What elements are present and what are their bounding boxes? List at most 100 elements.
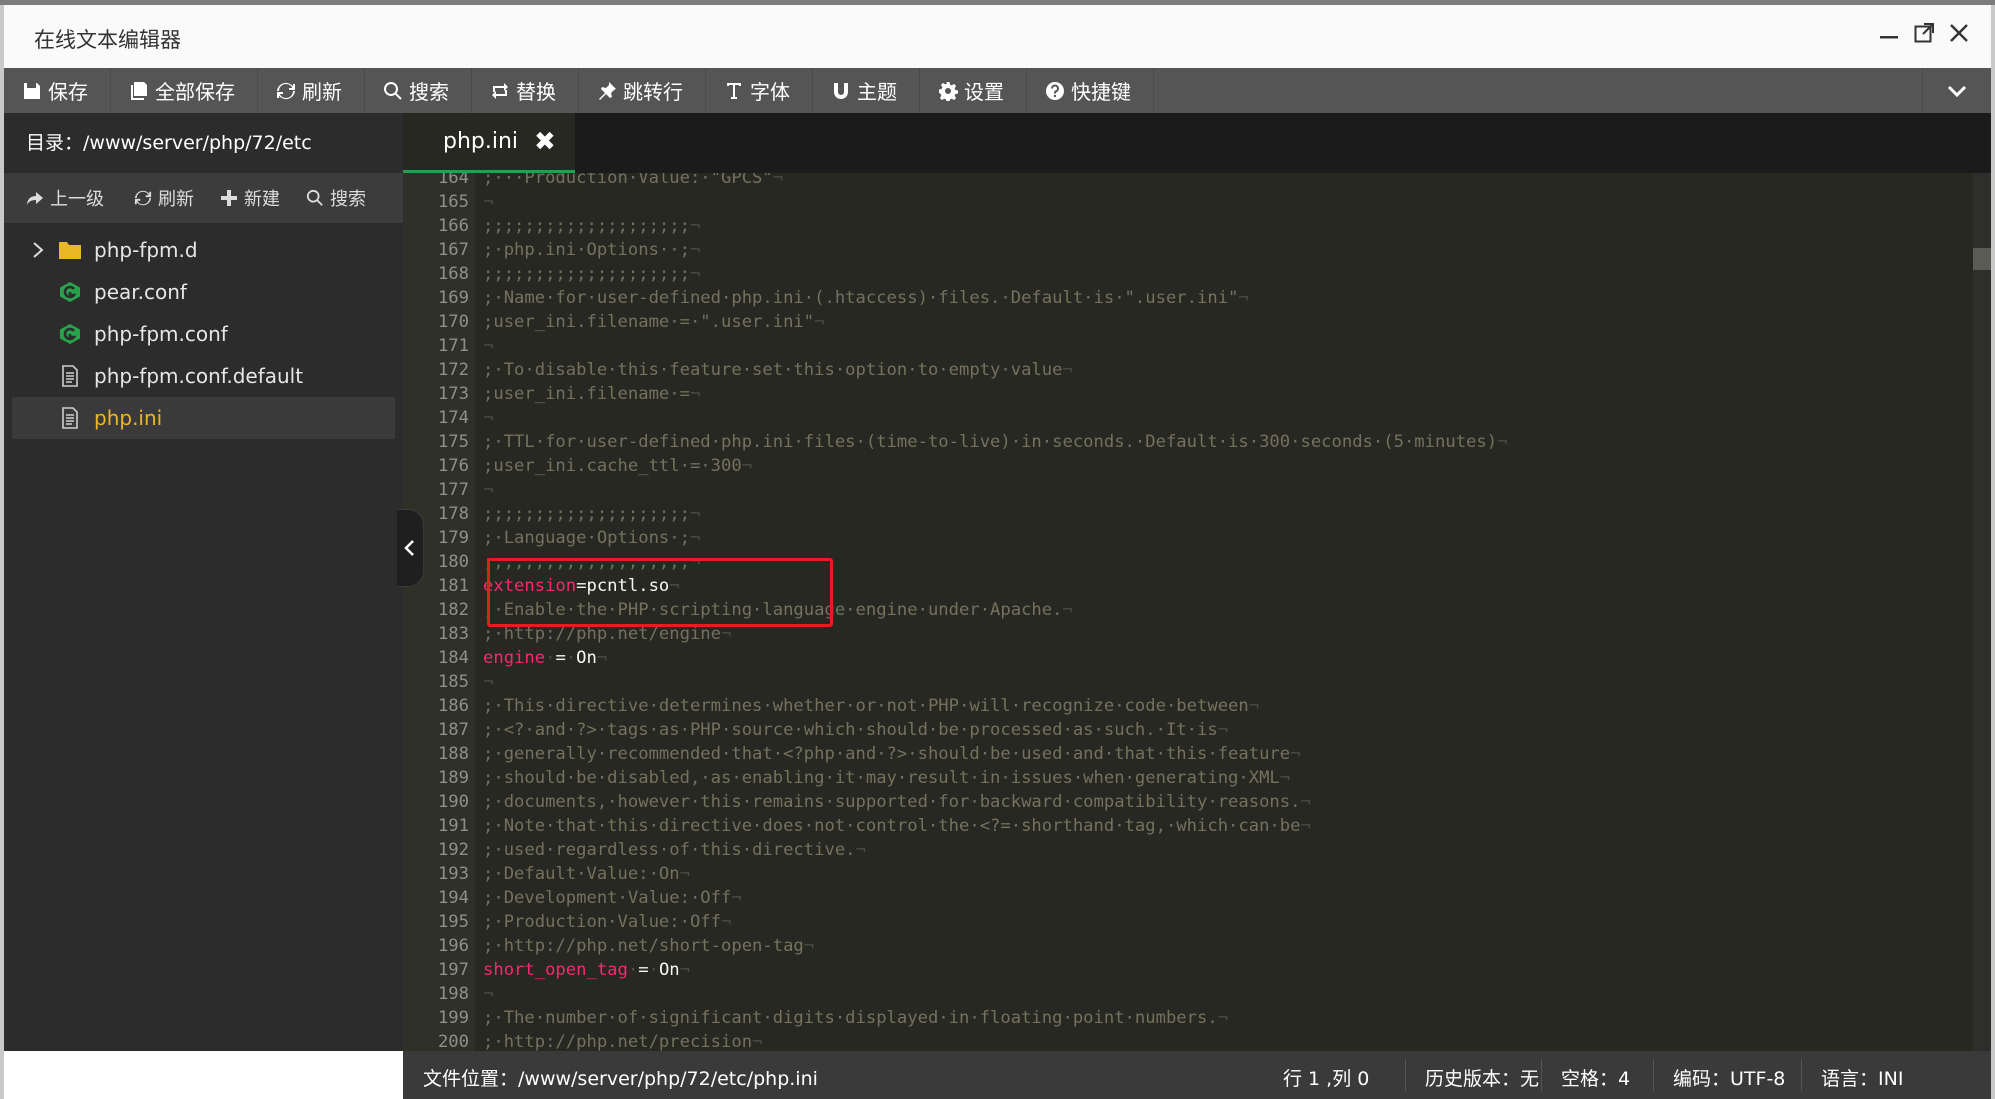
code-line[interactable]: 191 ;·Note·that·this·directive·does·not·c… (403, 814, 1973, 838)
invisible-char-token: ¬ (803, 936, 815, 956)
invisible-char-token: ¬ (689, 528, 701, 548)
code-line[interactable]: 177 ¬ (403, 478, 1973, 502)
code-line[interactable]: 200 ;·http://php.net/precision¬ (403, 1030, 1973, 1051)
toolbar-search-button[interactable]: 搜索 (365, 68, 472, 113)
tree-item-php-fpm-conf-default[interactable]: php-fpm.conf.default (12, 355, 395, 397)
toolbar-goto-line-button[interactable]: 跳转行 (579, 68, 706, 113)
scrollbar-thumb[interactable] (1973, 248, 1991, 270)
toolbar-save-button[interactable]: 保存 (4, 68, 111, 113)
code-line[interactable]: 175 ;·TTL·for·user-defined·php.ini·files·… (403, 430, 1973, 454)
line-number: 177 (437, 480, 469, 500)
window-title: 在线文本编辑器 (34, 28, 181, 52)
line-number: 164 (437, 173, 469, 188)
code-line[interactable]: 171 ¬ (403, 334, 1973, 358)
tree-item-php-ini[interactable]: php.ini (12, 397, 395, 439)
code-line[interactable]: 173 ;user_ini.filename·=¬ (403, 382, 1973, 406)
chevron-left-icon (404, 540, 414, 556)
refresh-icon (277, 82, 295, 99)
code-line[interactable]: 190 ;·documents,·however·this·remains·sup… (403, 790, 1973, 814)
code-line[interactable]: 165 ¬ (403, 190, 1973, 214)
code-line[interactable]: 183 ;·http://php.net/engine¬ (403, 622, 1973, 646)
line-content: ;·Default·Value:·On¬ (483, 862, 690, 886)
code-line[interactable]: 176 ;user_ini.cache_ttl·=·300¬ (403, 454, 1973, 478)
code-line[interactable]: 194 ;·Development·Value:·Off¬ (403, 886, 1973, 910)
code-line[interactable]: 188 ;·generally·recommended·that·<?php·an… (403, 742, 1973, 766)
action-label: 上一级 (50, 189, 104, 210)
chevron-down-icon (1947, 85, 1967, 97)
vertical-scrollbar[interactable] (1973, 173, 1991, 1051)
code-line[interactable]: 198 ¬ (403, 982, 1973, 1006)
sidebar-search-button[interactable]: 搜索 (292, 185, 378, 211)
code-line[interactable]: 186 ;·This·directive·determines·whether·o… (403, 694, 1973, 718)
toolbar-theme-button[interactable]: 主题 (813, 68, 920, 113)
code-line[interactable]: 184 engine·=·On¬ (403, 646, 1973, 670)
comment-token: ;·documents,·however·this·remains·suppor… (483, 792, 1301, 812)
line-number: 167 (437, 240, 469, 260)
code-line[interactable]: 166 ;;;;;;;;;;;;;;;;;;;;¬ (403, 214, 1973, 238)
sidebar-collapse-handle[interactable] (397, 509, 424, 587)
toolbar-refresh-button[interactable]: 刷新 (258, 68, 365, 113)
code-content[interactable]: 164 ;···Production·Value:·"GPCS"¬ 165 ¬ 166;… (403, 173, 1973, 1051)
code-line[interactable]: 185 ¬ (403, 670, 1973, 694)
code-line[interactable]: 172 ;·To·disable·this·feature·set·this·op… (403, 358, 1973, 382)
comment-token: ;·should·be·disabled,·as·enabling·it·may… (483, 768, 1280, 788)
code-line[interactable]: 169 ;·Name·for·user-defined·php.ini·(.hta… (403, 286, 1973, 310)
code-line[interactable]: 189 ;·should·be·disabled,·as·enabling·it·… (403, 766, 1973, 790)
toolbar-label: 全部保存 (155, 80, 235, 104)
code-line[interactable]: 187 ;·<?·and·?>·tags·as·PHP·source·which·… (403, 718, 1973, 742)
toolbar-label: 搜索 (409, 80, 449, 104)
tab-close-icon[interactable]: ✖ (534, 129, 556, 155)
code-line[interactable]: 192 ;·used·regardless·of·this·directive.¬ (403, 838, 1973, 862)
code-line[interactable]: 179 ;·Language·Options·;¬ (403, 526, 1973, 550)
code-line[interactable]: 178 ;;;;;;;;;;;;;;;;;;;;¬ (403, 502, 1973, 526)
new-file-button[interactable]: 新建 (206, 185, 292, 211)
code-line[interactable]: 168 ;;;;;;;;;;;;;;;;;;;;¬ (403, 262, 1973, 286)
line-content: ¬ (483, 670, 493, 694)
refresh-icon (134, 190, 152, 206)
line-number: 193 (437, 864, 469, 884)
status-spaces[interactable]: 空格：4 (1561, 1064, 1630, 1091)
code-line[interactable]: 180 ;;;;;;;;;;;;;;;;;;;;¬ (403, 550, 1973, 574)
parent-directory-button[interactable]: 上一级 (4, 185, 116, 211)
toolbar-save-all-button[interactable]: 全部保存 (111, 68, 258, 113)
code-line[interactable]: 196 ;·http://php.net/short-open-tag¬ (403, 934, 1973, 958)
close-button[interactable] (1945, 22, 1973, 50)
invisible-char-token: ¬ (689, 264, 701, 284)
toolbar-replace-button[interactable]: 替换 (472, 68, 579, 113)
toolbar-font-button[interactable]: 字体 (706, 68, 813, 113)
code-line[interactable]: 199 ;·The·number·of·significant·digits·di… (403, 1006, 1973, 1030)
code-line[interactable]: 164 ;···Production·Value:·"GPCS"¬ (403, 173, 1973, 190)
line-content: ;·Note·that·this·directive·does·not·cont… (483, 814, 1311, 838)
status-bar: 文件位置：/www/server/php/72/etc/php.ini 行 1 … (403, 1051, 1991, 1099)
line-content: ;·http://php.net/precision¬ (483, 1030, 762, 1051)
code-line[interactable]: 197 short_open_tag·=·On¬ (403, 958, 1973, 982)
status-history[interactable]: 历史版本：无 (1425, 1064, 1539, 1091)
toolbar-collapse-button[interactable] (1922, 68, 1991, 113)
line-content: ;·used·regardless·of·this·directive.¬ (483, 838, 866, 862)
code-editor[interactable]: 164 ;···Production·Value:·"GPCS"¬ 165 ¬ 166;… (403, 173, 1991, 1051)
tree-item-php-fpm-conf[interactable]: php-fpm.conf (12, 313, 395, 355)
code-line[interactable]: 174 ¬ (403, 406, 1973, 430)
sidebar-refresh-button[interactable]: 刷新 (116, 185, 206, 211)
line-number: 165 (437, 192, 469, 212)
invisible-char-token: ¬ (689, 240, 701, 260)
line-content: ¬ (483, 982, 493, 1006)
toolbar-shortcuts-button[interactable]: 快捷键 (1027, 68, 1154, 113)
chevron-right-icon[interactable] (30, 241, 46, 259)
line-number: 185 (437, 672, 469, 692)
status-language[interactable]: 语言：INI (1821, 1064, 1903, 1091)
code-line[interactable]: 181 extension=pcntl.so¬ (403, 574, 1973, 598)
maximize-button[interactable] (1910, 22, 1938, 50)
file-tab-php-ini[interactable]: php.ini ✖ (403, 113, 575, 173)
tree-item-php-fpm-d[interactable]: php-fpm.d (12, 229, 395, 271)
status-cursor-position: 行 1 ,列 0 (1283, 1068, 1370, 1090)
minimize-button[interactable] (1875, 22, 1903, 50)
tree-item-pear-conf[interactable]: pear.conf (12, 271, 395, 313)
code-line[interactable]: 167 ;·php.ini·Options··;¬ (403, 238, 1973, 262)
code-line[interactable]: 193 ;·Default·Value:·On¬ (403, 862, 1973, 886)
code-line[interactable]: 170 ;user_ini.filename·=·".user.ini"¬ (403, 310, 1973, 334)
toolbar-settings-button[interactable]: 设置 (920, 68, 1027, 113)
status-encoding[interactable]: 编码：UTF-8 (1673, 1064, 1785, 1091)
code-line[interactable]: 195 ;·Production·Value:·Off¬ (403, 910, 1973, 934)
code-line[interactable]: 182 ;·Enable·the·PHP·scripting·language·e… (403, 598, 1973, 622)
